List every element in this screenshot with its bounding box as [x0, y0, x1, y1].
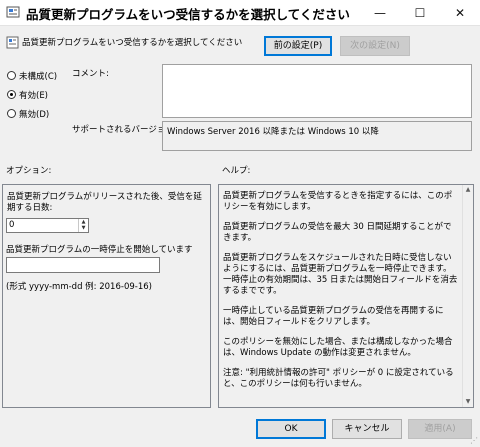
policy-setting-icon — [6, 36, 19, 49]
radio-enabled[interactable]: 有効(E) — [7, 89, 48, 101]
help-panel: 品質更新プログラムを受信するときを指定するには、このポリシーを有効にします。 品… — [218, 184, 474, 408]
minimize-button[interactable]: — — [360, 0, 400, 26]
resize-grip-icon[interactable]: ⋰ — [470, 437, 478, 445]
ok-button[interactable]: OK — [256, 419, 326, 439]
radio-not-configured[interactable]: 未構成(C) — [7, 70, 57, 82]
defer-days-value: 0 — [9, 220, 15, 230]
radio-circle[interactable] — [7, 109, 16, 118]
comment-textarea[interactable] — [162, 64, 472, 118]
radio-circle-selected[interactable] — [7, 90, 16, 99]
help-paragraph: 品質更新プログラムを受信するときを指定するには、このポリシーを有効にします。 — [223, 191, 453, 212]
policy-setting-icon — [6, 6, 20, 18]
cancel-button[interactable]: キャンセル — [332, 419, 402, 439]
help-text: 品質更新プログラムを受信するときを指定するには、このポリシーを有効にします。 品… — [223, 191, 459, 399]
maximize-button[interactable]: ☐ — [400, 0, 440, 26]
pause-start-date-input[interactable] — [6, 257, 160, 273]
help-paragraph: 一時停止している品質更新プログラムの受信を再開するには、開始日フィールドをクリア… — [223, 306, 444, 327]
radio-disabled[interactable]: 無効(D) — [7, 108, 49, 120]
close-button[interactable]: ✕ — [440, 0, 480, 26]
previous-setting-button[interactable]: 前の設定(P) — [264, 36, 332, 56]
date-format-hint: (形式 yyyy-mm-dd 例: 2016-09-16) — [6, 282, 152, 292]
apply-button[interactable]: 適用(A) — [408, 419, 472, 439]
pause-start-label: 品質更新プログラムの一時停止を開始しています — [6, 245, 193, 255]
options-label: オプション: — [6, 166, 52, 176]
scroll-up-icon[interactable]: ▲ — [463, 185, 473, 195]
supported-on-value: Windows Server 2016 以降または Windows 10 以降 — [167, 127, 379, 137]
stepper-arrows-icon[interactable]: ▲ ▼ — [78, 219, 88, 232]
help-paragraph: このポリシーを無効にした場合、または構成しなかった場合は、Windows Upd… — [223, 337, 453, 358]
supported-on-field: Windows Server 2016 以降または Windows 10 以降 — [162, 121, 472, 151]
window-title: 品質更新プログラムをいつ受信するかを選択してください — [26, 7, 350, 22]
supported-on-label: サポートされるバージョン: — [72, 125, 177, 135]
title-bar: 品質更新プログラムをいつ受信するかを選択してください — ☐ ✕ — [0, 0, 480, 26]
next-setting-button[interactable]: 次の設定(N) — [340, 36, 410, 56]
setting-name: 品質更新プログラムをいつ受信するかを選択してください — [22, 38, 243, 48]
comment-label: コメント: — [72, 69, 109, 79]
scroll-down-icon[interactable]: ▼ — [463, 397, 473, 407]
help-paragraph: 品質更新プログラムをスケジュールされた日時に受信しないようにするには、品質更新プ… — [223, 253, 458, 296]
help-label: ヘルプ: — [222, 166, 251, 176]
help-scrollbar[interactable]: ▲ ▼ — [462, 185, 473, 407]
help-paragraph: 注意: "利用統計情報の許可" ポリシーが 0 に設定されていると、このポリシー… — [223, 368, 454, 389]
defer-days-stepper[interactable]: 0 ▲ ▼ — [6, 218, 89, 233]
defer-days-label: 品質更新プログラムがリリースされた後、受信を延期する日数: — [7, 192, 202, 213]
radio-circle[interactable] — [7, 71, 16, 80]
help-paragraph: 品質更新プログラムの受信を最大 30 日間延期することができます。 — [223, 222, 452, 243]
